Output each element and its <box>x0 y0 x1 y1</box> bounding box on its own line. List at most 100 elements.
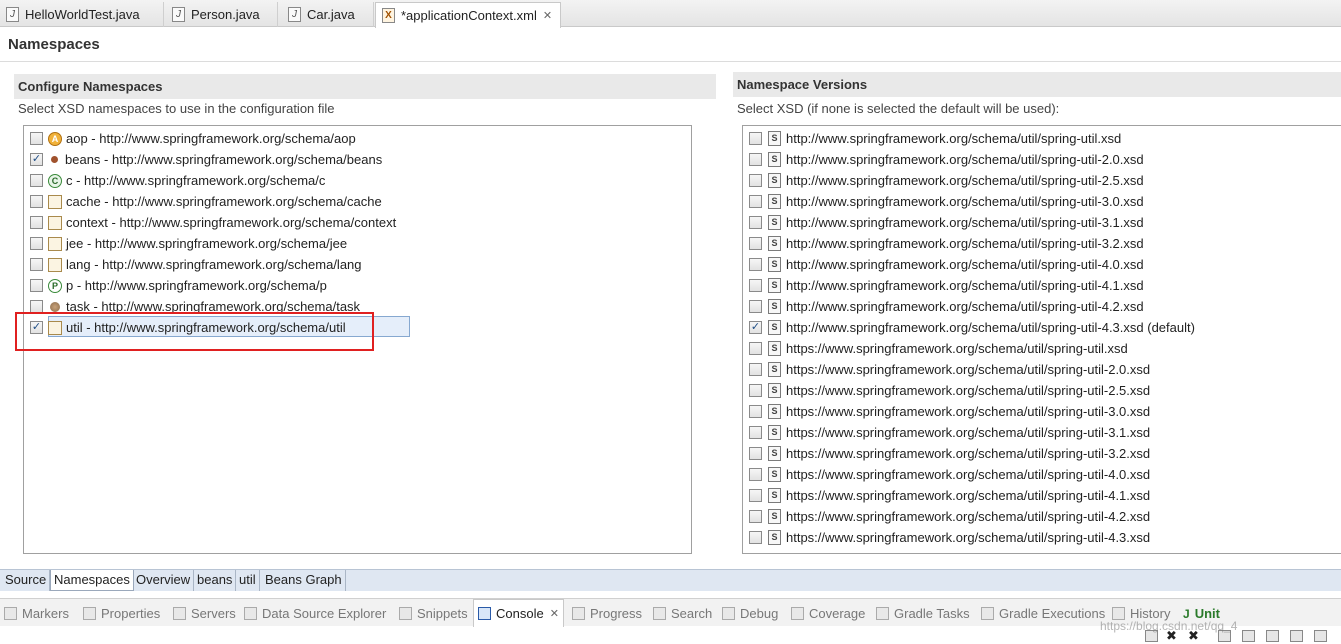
version-item[interactable]: Shttp://www.springframework.org/schema/u… <box>749 296 1144 317</box>
view-gradle-tasks[interactable]: Gradle Tasks <box>876 599 970 627</box>
tab-namespaces[interactable]: Namespaces <box>50 570 134 591</box>
checkbox[interactable] <box>749 384 762 397</box>
version-item[interactable]: ✓ Shttp://www.springframework.org/schema/… <box>749 317 1195 338</box>
xsd-file-icon: S <box>768 362 781 377</box>
namespace-item[interactable]: lang - http://www.springframework.org/sc… <box>30 254 362 275</box>
version-item[interactable]: Shttps://www.springframework.org/schema/… <box>749 401 1150 422</box>
namespace-item[interactable]: A aop - http://www.springframework.org/s… <box>30 128 356 149</box>
tab-label: Person.java <box>191 7 260 22</box>
checkbox[interactable] <box>749 153 762 166</box>
tab-person[interactable]: J Person.java <box>166 2 278 27</box>
tab-overview[interactable]: Overview <box>133 570 195 591</box>
checkbox[interactable] <box>30 174 43 187</box>
checkbox[interactable] <box>749 363 762 376</box>
version-item[interactable]: Shttps://www.springframework.org/schema/… <box>749 485 1150 506</box>
watermark: https://blog.csdn.net/qq_4 <box>1100 619 1238 633</box>
view-coverage[interactable]: Coverage <box>791 599 865 627</box>
checkbox[interactable] <box>749 447 762 460</box>
checkbox[interactable] <box>749 195 762 208</box>
checkbox[interactable] <box>30 132 43 145</box>
junit-icon: J <box>1183 606 1190 621</box>
checkbox[interactable] <box>749 510 762 523</box>
checkbox[interactable] <box>749 531 762 544</box>
aop-icon: A <box>48 131 62 146</box>
namespace-item[interactable]: context - http://www.springframework.org… <box>30 212 396 233</box>
version-item[interactable]: Shttps://www.springframework.org/schema/… <box>749 422 1150 443</box>
close-icon[interactable]: ✕ <box>550 607 559 620</box>
namespace-item[interactable]: C c - http://www.springframework.org/sch… <box>30 170 325 191</box>
view-snippets[interactable]: Snippets <box>399 599 468 627</box>
version-item[interactable]: Shttps://www.springframework.org/schema/… <box>749 380 1150 401</box>
word-wrap-icon[interactable] <box>1266 630 1279 642</box>
p-icon: P <box>48 278 62 293</box>
checkbox[interactable] <box>30 237 43 250</box>
checkbox[interactable] <box>30 258 43 271</box>
checkbox[interactable] <box>749 279 762 292</box>
version-item[interactable]: Shttps://www.springframework.org/schema/… <box>749 443 1150 464</box>
checkbox-checked[interactable]: ✓ <box>30 153 43 166</box>
search-icon <box>653 606 666 620</box>
java-file-icon: J <box>288 7 301 22</box>
tab-beans-graph[interactable]: Beans Graph <box>262 570 346 591</box>
checkbox[interactable] <box>749 468 762 481</box>
version-item[interactable]: Shttp://www.springframework.org/schema/u… <box>749 149 1144 170</box>
view-console[interactable]: Console ✕ <box>473 599 564 627</box>
version-item[interactable]: Shttp://www.springframework.org/schema/u… <box>749 233 1144 254</box>
version-item[interactable]: Shttp://www.springframework.org/schema/u… <box>749 170 1144 191</box>
view-progress[interactable]: Progress <box>572 599 642 627</box>
checkbox[interactable] <box>749 489 762 502</box>
checkbox[interactable] <box>749 237 762 250</box>
version-item[interactable]: Shttps://www.springframework.org/schema/… <box>749 359 1150 380</box>
view-properties[interactable]: Properties <box>83 599 160 627</box>
tab-applicationcontext[interactable]: X *applicationContext.xml ✕ <box>375 2 561 28</box>
namespace-item[interactable]: ✓ beans - http://www.springframework.org… <box>30 149 382 170</box>
version-item[interactable]: Shttp://www.springframework.org/schema/u… <box>749 128 1121 149</box>
namespace-item[interactable]: P p - http://www.springframework.org/sch… <box>30 275 327 296</box>
task-icon <box>50 301 60 312</box>
checkbox[interactable] <box>749 342 762 355</box>
checkbox[interactable] <box>749 174 762 187</box>
version-item[interactable]: Shttp://www.springframework.org/schema/u… <box>749 254 1144 275</box>
checkbox[interactable] <box>749 258 762 271</box>
tab-beans[interactable]: beans <box>194 570 237 591</box>
tab-util[interactable]: util <box>236 570 260 591</box>
divider <box>0 61 1341 62</box>
checkbox[interactable] <box>30 279 43 292</box>
version-item[interactable]: Shttp://www.springframework.org/schema/u… <box>749 275 1144 296</box>
version-item[interactable]: Shttps://www.springframework.org/schema/… <box>749 506 1150 527</box>
namespace-doc-icon <box>48 236 62 251</box>
xsd-file-icon: S <box>768 194 781 209</box>
checkbox[interactable] <box>749 405 762 418</box>
checkbox[interactable] <box>749 216 762 229</box>
view-debug[interactable]: Debug <box>722 599 778 627</box>
checkbox[interactable] <box>749 132 762 145</box>
version-item[interactable]: Shttp://www.springframework.org/schema/u… <box>749 212 1144 233</box>
view-search[interactable]: Search <box>653 599 712 627</box>
view-servers[interactable]: Servers <box>173 599 236 627</box>
scroll-lock-icon[interactable] <box>1242 630 1255 642</box>
pin-console-icon[interactable] <box>1290 630 1303 642</box>
namespace-item[interactable]: jee - http://www.springframework.org/sch… <box>30 233 347 254</box>
checkbox[interactable] <box>30 195 43 208</box>
close-icon[interactable]: ✕ <box>543 9 552 22</box>
view-markers[interactable]: Markers <box>4 599 69 627</box>
checkbox-checked[interactable]: ✓ <box>749 321 762 334</box>
servers-icon <box>173 606 186 620</box>
checkbox[interactable] <box>749 426 762 439</box>
open-console-icon[interactable] <box>1314 630 1327 642</box>
version-item[interactable]: Shttps://www.springframework.org/schema/… <box>749 338 1128 359</box>
view-gradle-executions[interactable]: Gradle Executions <box>981 599 1105 627</box>
version-item[interactable]: Shttp://www.springframework.org/schema/u… <box>749 191 1144 212</box>
xsd-file-icon: S <box>768 152 781 167</box>
tab-car[interactable]: J Car.java <box>282 2 374 27</box>
view-data-source-explorer[interactable]: Data Source Explorer <box>244 599 386 627</box>
checkbox[interactable] <box>30 216 43 229</box>
namespace-item[interactable]: cache - http://www.springframework.org/s… <box>30 191 382 212</box>
highlight-annotation-box <box>15 312 374 351</box>
version-item[interactable]: Shttps://www.springframework.org/schema/… <box>749 527 1150 548</box>
tab-helloworldtest[interactable]: J HelloWorldTest.java <box>0 2 164 27</box>
data-source-icon <box>244 606 257 620</box>
tab-source[interactable]: Source <box>2 570 51 591</box>
version-item[interactable]: Shttps://www.springframework.org/schema/… <box>749 464 1150 485</box>
checkbox[interactable] <box>749 300 762 313</box>
